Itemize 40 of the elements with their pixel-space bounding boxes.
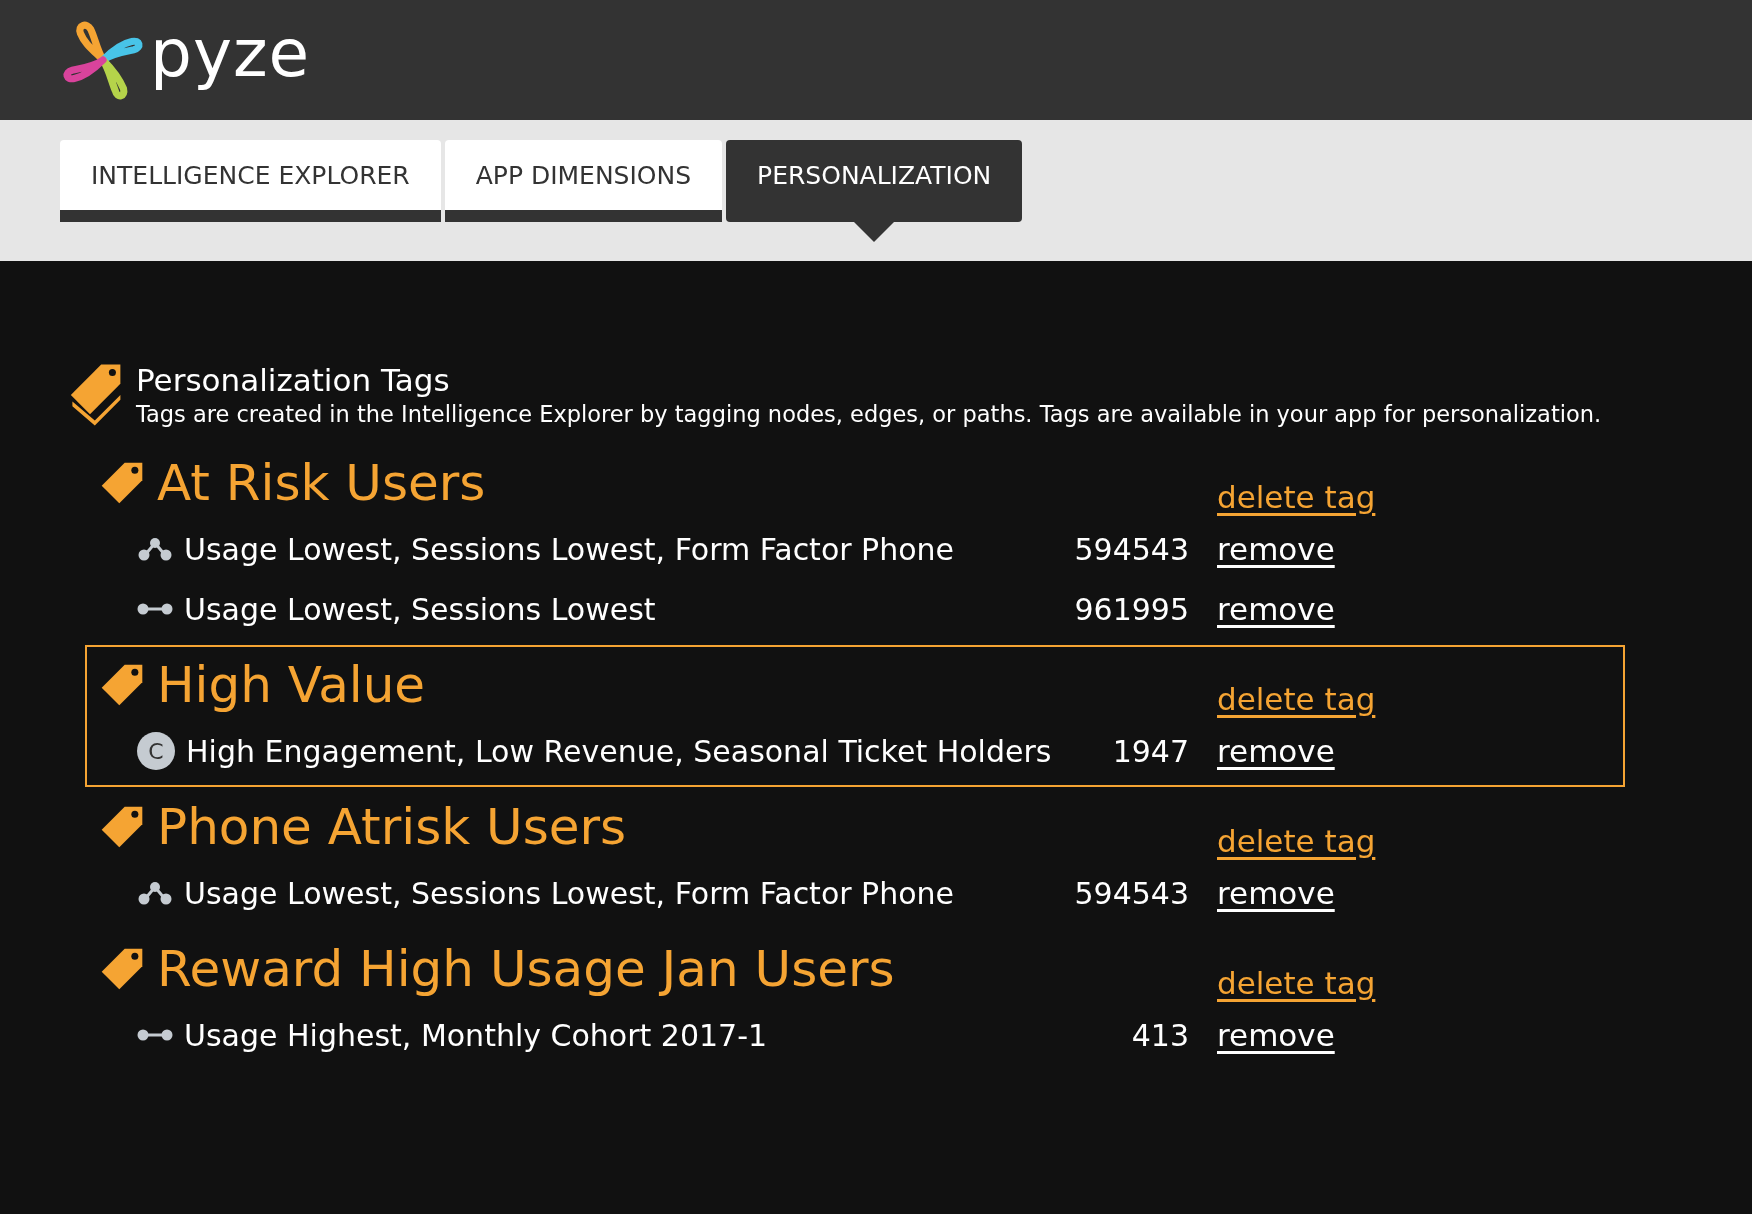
edge-icon xyxy=(137,603,173,615)
logo-text: pyze xyxy=(150,14,311,94)
remove-link[interactable]: remove xyxy=(1217,591,1335,627)
tab[interactable]: APP DIMENSIONS xyxy=(444,140,723,222)
tag-icon xyxy=(99,460,145,506)
delete-tag-link[interactable]: delete tag xyxy=(1217,823,1376,859)
section-description: Tags are created in the Intelligence Explorer by tagging nodes, edges, or paths. Tags are available in your app for personalization. xyxy=(136,400,1602,429)
tag-item-count: 594543 xyxy=(1074,531,1189,567)
tag-item-label: Usage Highest, Monthly Cohort 2017-1 xyxy=(184,1017,768,1053)
tag-name: Phone Atrisk Users xyxy=(157,798,627,856)
tag-item-count: 594543 xyxy=(1074,875,1189,911)
tag-item-count: 961995 xyxy=(1074,591,1189,627)
edge-icon xyxy=(137,1029,173,1041)
remove-link[interactable]: remove xyxy=(1217,733,1335,769)
cohort-badge: C xyxy=(137,732,175,770)
caret-icon xyxy=(854,222,895,242)
tag-icon xyxy=(99,804,145,850)
tag-name: Reward High Usage Jan Users xyxy=(157,940,895,998)
tag-name: At Risk Users xyxy=(157,454,486,512)
tag-item-label: Usage Lowest, Sessions Lowest, Form Factor Phone xyxy=(184,531,955,567)
section-title: Personalization Tags xyxy=(136,361,451,399)
tag-item-label: Usage Lowest, Sessions Lowest xyxy=(184,591,656,627)
tag-item-label: Usage Lowest, Sessions Lowest, Form Factor Phone xyxy=(184,875,955,911)
path-icon xyxy=(137,537,173,561)
tag-name: High Value xyxy=(157,656,426,714)
tag-icon xyxy=(99,946,145,992)
logo-icon xyxy=(62,19,144,101)
tab[interactable]: PERSONALIZATION xyxy=(726,140,1023,222)
remove-link[interactable]: remove xyxy=(1217,875,1335,911)
delete-tag-link[interactable]: delete tag xyxy=(1217,965,1376,1001)
remove-link[interactable]: remove xyxy=(1217,1017,1335,1053)
tag-item-count: 1947 xyxy=(1112,733,1189,769)
tag-item-count: 413 xyxy=(1131,1017,1189,1053)
delete-tag-link[interactable]: delete tag xyxy=(1217,681,1376,717)
delete-tag-link[interactable]: delete tag xyxy=(1217,479,1376,515)
remove-link[interactable]: remove xyxy=(1217,531,1335,567)
tab[interactable]: INTELLIGENCE EXPLORER xyxy=(60,140,441,222)
tag-icon xyxy=(99,662,145,708)
tag-item-label: High Engagement, Low Revenue, Seasonal Ticket Holders xyxy=(186,733,1052,769)
path-icon xyxy=(137,881,173,905)
